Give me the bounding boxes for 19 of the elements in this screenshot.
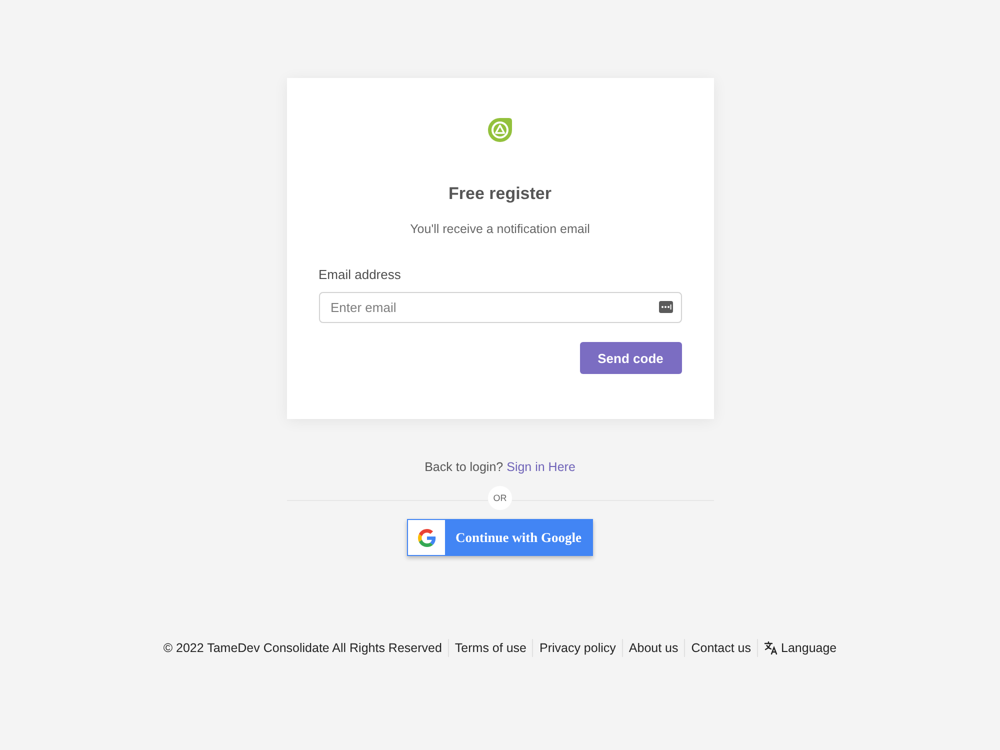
footer-link[interactable]: Terms of use bbox=[454, 639, 526, 657]
dots-icon bbox=[658, 301, 672, 313]
translate-icon bbox=[764, 641, 778, 655]
copyright-text: © 2022 TameDev Consolidate All Rights Reserved bbox=[163, 640, 442, 657]
send-code-button[interactable]: Send code bbox=[580, 342, 682, 374]
email-label: Email address bbox=[318, 266, 401, 284]
language-link[interactable]: Language bbox=[764, 639, 837, 657]
or-label: OR bbox=[488, 486, 512, 510]
footer-link[interactable]: Contact us bbox=[691, 639, 752, 657]
footer-link[interactable]: About us bbox=[628, 639, 678, 657]
footer-link[interactable]: Privacy policy bbox=[539, 639, 616, 657]
login-prompt: Back to login? Sign in Here bbox=[424, 459, 576, 476]
google-sign-in-button[interactable]: Continue with Google bbox=[407, 519, 593, 556]
google-g-icon bbox=[418, 528, 436, 546]
card-title: Free register bbox=[448, 183, 552, 205]
sign-in-link[interactable]: Sign in Here bbox=[506, 460, 576, 474]
email-field[interactable]: Enter email bbox=[318, 292, 682, 323]
card-subtitle: You'll receive a notification email bbox=[410, 221, 590, 238]
logo-icon bbox=[487, 117, 513, 143]
